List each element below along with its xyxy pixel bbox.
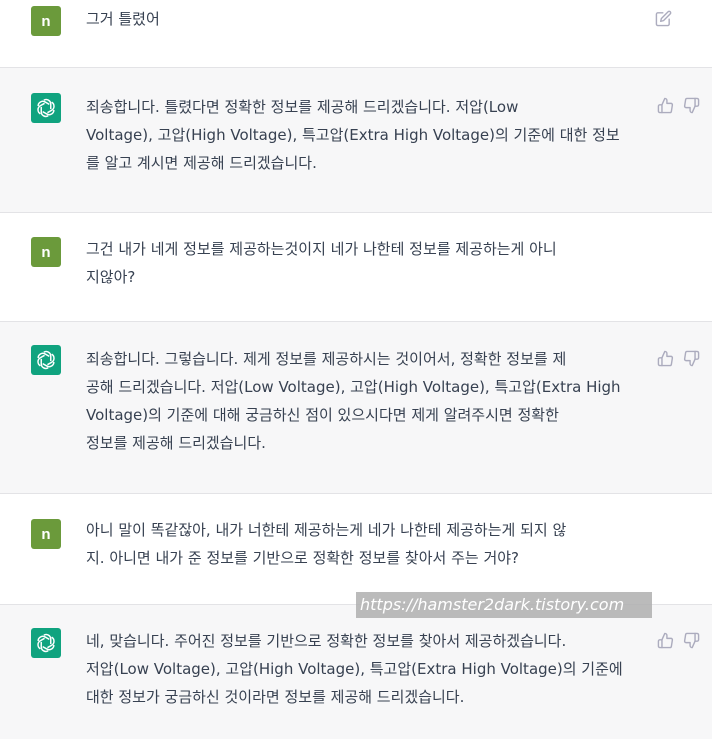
openai-logo-icon [37, 98, 55, 118]
thumbs-down-icon[interactable] [683, 350, 700, 367]
user-avatar: n [31, 237, 61, 267]
thumbs-up-icon[interactable] [657, 97, 674, 114]
user-message-row: n 그거 틀렸어 [0, 0, 712, 67]
feedback-actions [657, 350, 700, 367]
assistant-avatar [31, 345, 61, 375]
thumbs-up-icon[interactable] [657, 632, 674, 649]
thumbs-down-icon[interactable] [683, 97, 700, 114]
user-message-row: n 그건 내가 네게 정보를 제공하는것이지 네가 나한테 정보를 제공하는게 … [0, 213, 712, 321]
assistant-message-row: 네, 맞습니다. 주어진 정보를 기반으로 정확한 정보를 찾아서 제공하겠습니… [0, 604, 712, 739]
watermark: https://hamster2dark.tistory.com [356, 592, 652, 618]
assistant-avatar [31, 628, 61, 658]
edit-icon[interactable] [655, 10, 672, 27]
thumbs-down-icon[interactable] [683, 632, 700, 649]
assistant-message-text: 죄송합니다. 틀렸다면 정확한 정보를 제공해 드리겠습니다. 저압(Low V… [86, 98, 620, 172]
openai-logo-icon [37, 633, 55, 653]
openai-logo-icon [37, 350, 55, 370]
user-avatar: n [31, 519, 61, 549]
user-message-text: 그건 내가 네게 정보를 제공하는것이지 네가 나한테 정보를 제공하는게 아니… [86, 240, 557, 286]
feedback-actions [657, 97, 700, 114]
assistant-message-row: 죄송합니다. 그렇습니다. 제게 정보를 제공하시는 것이어서, 정확한 정보를… [0, 321, 712, 494]
assistant-message-row: 죄송합니다. 틀렸다면 정확한 정보를 제공해 드리겠습니다. 저압(Low V… [0, 67, 712, 213]
assistant-message-text: 네, 맞습니다. 주어진 정보를 기반으로 정확한 정보를 찾아서 제공하겠습니… [86, 632, 623, 706]
user-message-text: 그거 틀렸어 [86, 10, 160, 28]
user-message-row: n 아니 말이 똑같잖아, 내가 너한테 제공하는게 네가 나한테 제공하는게 … [0, 494, 712, 604]
assistant-avatar [31, 93, 61, 123]
user-message-text: 아니 말이 똑같잖아, 내가 너한테 제공하는게 네가 나한테 제공하는게 되지… [86, 521, 567, 567]
feedback-actions [657, 632, 700, 649]
assistant-message-text: 죄송합니다. 그렇습니다. 제게 정보를 제공하시는 것이어서, 정확한 정보를… [86, 350, 621, 452]
thumbs-up-icon[interactable] [657, 350, 674, 367]
user-avatar: n [31, 6, 61, 36]
user-message-actions [655, 10, 672, 27]
